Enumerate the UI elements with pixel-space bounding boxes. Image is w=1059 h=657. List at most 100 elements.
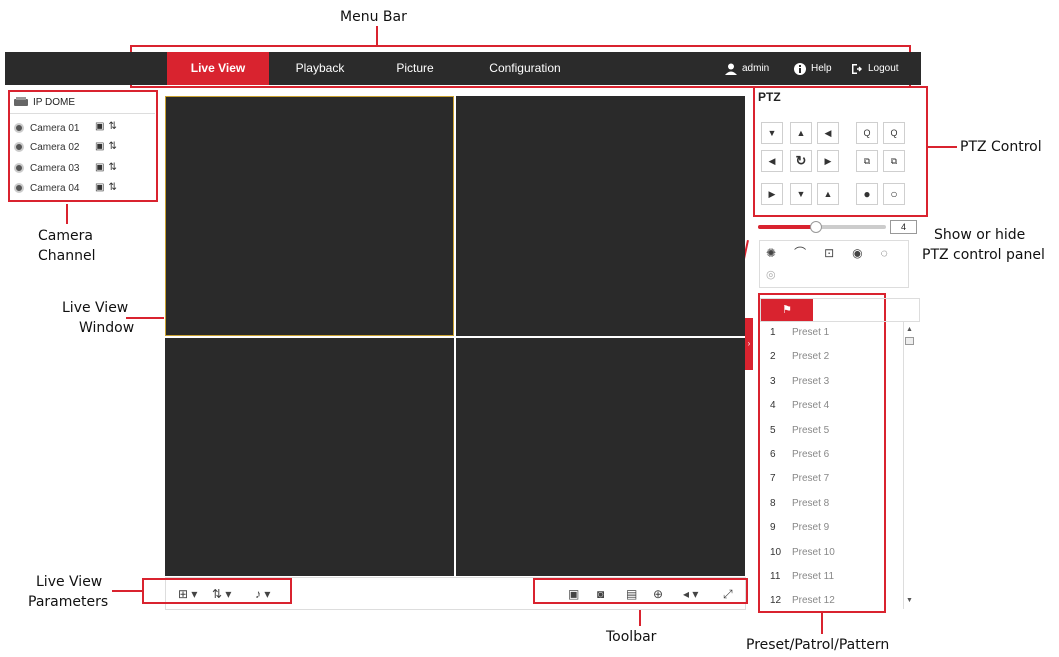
device-name: IP DOME [33, 96, 76, 108]
stop-all-icon[interactable]: ▣ [568, 587, 579, 601]
record-icon[interactable]: ▣ [95, 141, 108, 152]
top-navigation-bar: Live View Playback Picture Configuration… [5, 52, 921, 85]
lens-init-icon[interactable]: ◉ [852, 246, 880, 260]
video-pane-3[interactable] [165, 338, 454, 576]
video-pane-1[interactable] [165, 96, 454, 336]
scroll-thumb[interactable] [905, 337, 914, 345]
light-icon[interactable]: ✺ [766, 246, 794, 260]
video-pane-4[interactable] [456, 338, 745, 576]
preset-row[interactable]: 7 Preset 7 [760, 467, 900, 491]
video-pane-2[interactable] [456, 96, 745, 336]
camera-icon [14, 183, 24, 193]
user-menu[interactable]: admin [725, 52, 769, 85]
iris-open-button[interactable]: ● [856, 183, 878, 205]
nav-picture[interactable]: Picture [375, 52, 455, 85]
ptz-down-left-button[interactable]: ▶ [761, 183, 783, 205]
preset-name: Preset 9 [792, 522, 830, 534]
record-icon[interactable]: ▣ [95, 182, 108, 193]
nav-configuration[interactable]: Configuration [470, 52, 580, 85]
record-icon[interactable]: ▤ [626, 587, 637, 601]
preset-row[interactable]: 12 Preset 12 [760, 589, 900, 613]
ptz-up-button[interactable]: ▲ [790, 122, 812, 144]
show-hide-annotation-1: Show or hide [934, 227, 1026, 243]
microphone-icon[interactable]: ♪ ▾ [255, 587, 270, 601]
preset-number: 8 [770, 497, 776, 509]
preset-row[interactable]: 1 Preset 1 [760, 321, 900, 345]
tab-pattern[interactable] [869, 299, 921, 321]
preset-row[interactable]: 5 Preset 5 [760, 419, 900, 443]
preset-row[interactable]: 9 Preset 9 [760, 516, 900, 540]
aux-function-row: ✺⌒⊡◉◌ [766, 244, 906, 261]
preset-row[interactable]: 3 Preset 3 [760, 370, 900, 394]
preset-number: 9 [770, 522, 776, 534]
scroll-down-icon[interactable]: ▼ [906, 597, 913, 604]
logout-link[interactable]: Logout [851, 52, 899, 85]
layout-icon[interactable]: ⊞ ▾ [178, 587, 197, 601]
camera-label: Camera 03 [30, 162, 80, 174]
zoom-in-button[interactable]: Q [883, 122, 905, 144]
nav-playback[interactable]: Playback [275, 52, 365, 85]
preset-leader [821, 612, 823, 634]
preset-row[interactable]: 6 Preset 6 [760, 443, 900, 467]
record-icon[interactable]: ▣ [95, 121, 108, 132]
logout-icon [852, 63, 862, 74]
stream-type-icon[interactable]: ⇅ ▾ [212, 587, 231, 601]
preset-name: Preset 7 [792, 473, 830, 485]
help-label: Help [811, 63, 832, 74]
speed-slider-handle[interactable] [809, 221, 822, 233]
user-name: admin [742, 63, 770, 74]
camera-item[interactable]: Camera 04 [14, 178, 79, 198]
ptz-right-button[interactable]: ▶ [817, 150, 839, 172]
nav-live-view[interactable]: Live View [167, 52, 269, 85]
stream-icon[interactable]: ⇅ [108, 141, 120, 152]
ptz-left-button[interactable]: ◀ [761, 150, 783, 172]
help-link[interactable]: Help [794, 52, 832, 85]
focus-far-button[interactable]: ⧉ [883, 150, 905, 172]
preset-row[interactable]: 4 Preset 4 [760, 394, 900, 418]
preset-row[interactable]: 11 Preset 11 [760, 565, 900, 589]
camera-item[interactable]: Camera 01 [14, 118, 79, 138]
3d-zoom-icon[interactable]: ◎ [766, 268, 776, 281]
preset-name: Preset 11 [792, 571, 835, 582]
fullscreen-icon[interactable]: ⤢ [723, 587, 733, 602]
tab-preset[interactable]: ⚑ [761, 299, 813, 321]
device-icon [14, 97, 28, 106]
ptz-up-right-button[interactable]: ◀ [817, 122, 839, 144]
iris-close-button[interactable]: ○ [883, 183, 905, 205]
speed-slider-track[interactable] [758, 221, 886, 233]
audio-icon[interactable]: ◂ ▾ [683, 587, 698, 601]
scroll-up-icon[interactable]: ▲ [906, 326, 913, 333]
camera-item[interactable]: Camera 03 [14, 158, 79, 178]
preset-row[interactable]: 10 Preset 10 [760, 541, 900, 565]
camera-channel-annotation-1: Camera [38, 228, 93, 244]
preset-number: 2 [770, 351, 776, 363]
stream-icon[interactable]: ⇅ [108, 121, 120, 132]
preset-row[interactable]: 8 Preset 8 [760, 492, 900, 516]
record-icon[interactable]: ▣ [95, 162, 108, 173]
ptz-toggle-button[interactable]: › [745, 318, 753, 370]
zoom-icon[interactable]: ⊕ [653, 587, 663, 601]
device-node[interactable]: IP DOME [14, 94, 75, 110]
camera-channel-annotation-2: Channel [38, 248, 96, 264]
preset-row[interactable]: 2 Preset 2 [760, 345, 900, 369]
focus-near-button[interactable]: ⧉ [856, 150, 878, 172]
preset-scrollbar[interactable] [903, 322, 917, 609]
wiper-icon[interactable]: ⌒ [794, 246, 824, 260]
ptz-down-right-button[interactable]: ▲ [817, 183, 839, 205]
ptz-up-left-button[interactable]: ▼ [761, 122, 783, 144]
auto-pan-button[interactable]: ↻ [790, 150, 812, 172]
camera-label: Camera 04 [30, 182, 80, 194]
stream-icon[interactable]: ⇅ [108, 182, 120, 193]
camera-item[interactable]: Camera 02 [14, 137, 79, 157]
capture-icon[interactable]: ◙ [597, 587, 604, 601]
tab-patrol[interactable] [815, 299, 867, 321]
focus-assist-icon[interactable]: ⊡ [824, 246, 852, 260]
zoom-out-button[interactable]: Q [856, 122, 878, 144]
camera-icon [14, 163, 24, 173]
ptz-down-button[interactable]: ▼ [790, 183, 812, 205]
speed-value[interactable]: 4 [890, 220, 917, 234]
preset-annotation: Preset/Patrol/Pattern [746, 637, 890, 653]
stream-icon[interactable]: ⇅ [108, 162, 120, 173]
preset-name: Preset 8 [792, 497, 830, 509]
manual-track-icon[interactable]: ◌ [881, 246, 906, 260]
